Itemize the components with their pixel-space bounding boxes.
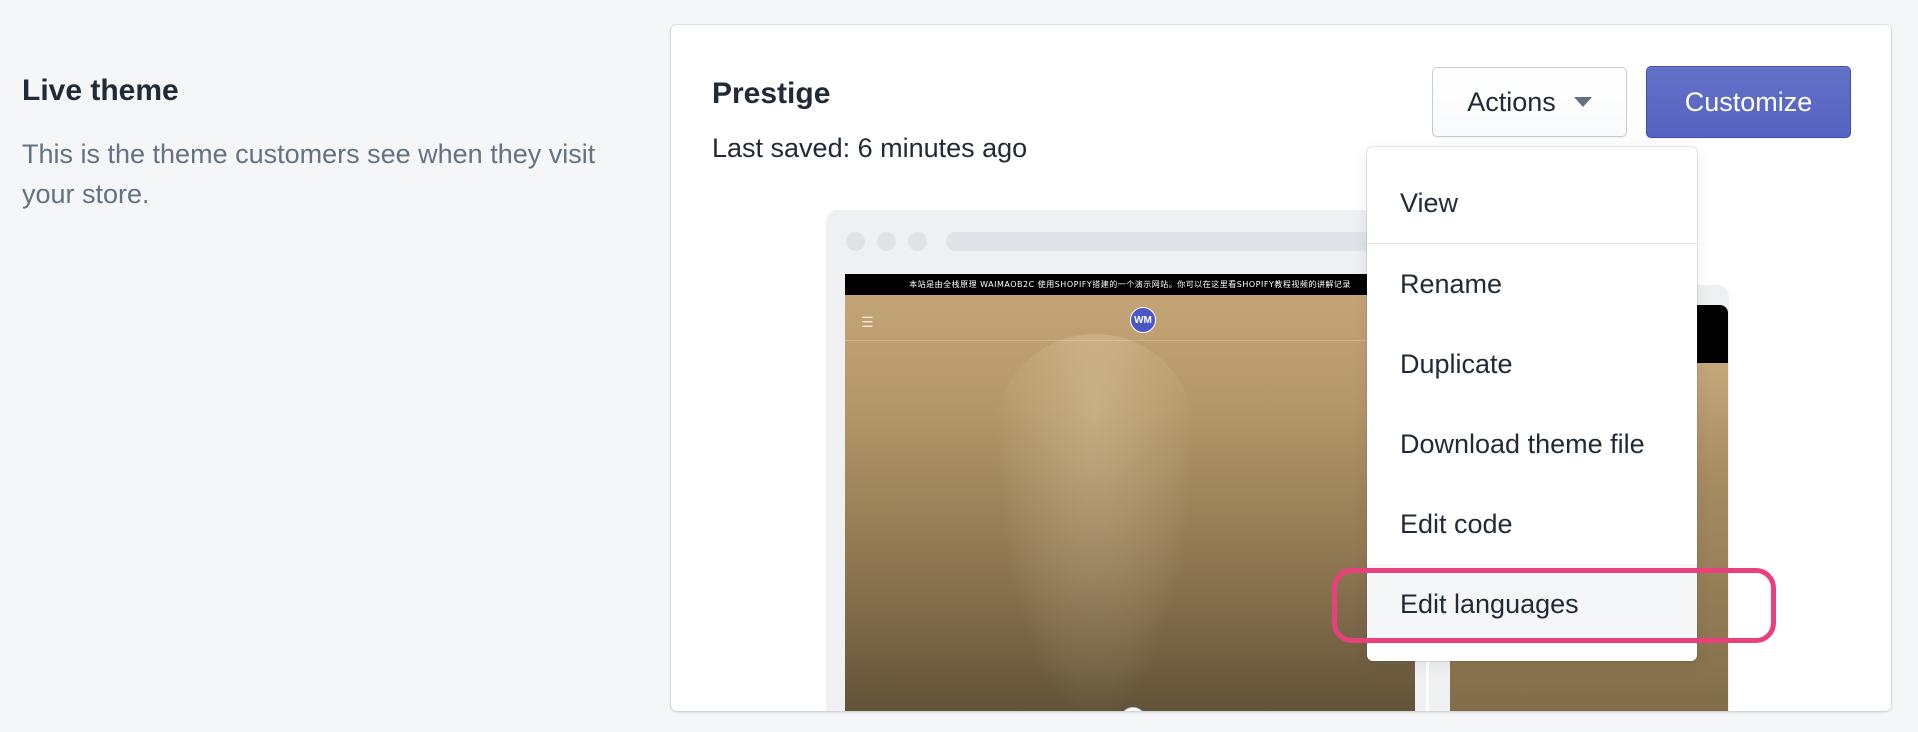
section-description: This is the theme customers see when the… (22, 139, 596, 209)
menu-item-label: Download theme file (1400, 428, 1645, 459)
actions-button[interactable]: Actions (1432, 67, 1627, 137)
window-dot-icon (846, 232, 865, 251)
menu-item-rename[interactable]: Rename (1367, 244, 1697, 324)
hero-image (995, 334, 1195, 711)
preview-announcement-bar: 本站是由全栈原理 WAIMAOB2C 使用SHOPIFY搭建的一个演示网站。你可… (845, 274, 1415, 295)
window-dot-icon (877, 232, 896, 251)
customize-button[interactable]: Customize (1646, 66, 1851, 138)
menu-item-label: Duplicate (1400, 348, 1513, 379)
actions-button-label: Actions (1467, 86, 1556, 117)
menu-item-label: Edit code (1400, 508, 1513, 539)
menu-item-view[interactable]: View (1367, 163, 1697, 243)
store-logo: WM (1130, 307, 1156, 333)
customize-button-label: Customize (1684, 86, 1813, 117)
last-saved-text: Last saved: 6 minutes ago (712, 133, 1028, 163)
menu-item-edit-code[interactable]: Edit code (1367, 484, 1697, 564)
menu-item-label: View (1400, 187, 1459, 218)
caret-down-icon (1573, 97, 1592, 107)
theme-name: Prestige (712, 77, 831, 110)
menu-item-label: Rename (1400, 268, 1503, 299)
preview-screenshot: 本站是由全栈原理 WAIMAOB2C 使用SHOPIFY搭建的一个演示网站。你可… (845, 274, 1415, 711)
section-title: Live theme (22, 74, 179, 107)
menu-item-duplicate[interactable]: Duplicate (1367, 324, 1697, 404)
menu-icon: ☰ (861, 314, 874, 330)
menu-item-download-theme-file[interactable]: Download theme file (1367, 404, 1697, 484)
browser-window-dots (846, 232, 927, 251)
address-bar (946, 232, 1416, 251)
live-theme-section-header: Live theme This is the theme customers s… (22, 70, 602, 214)
annotation-highlight (1332, 568, 1776, 643)
window-dot-icon (908, 232, 927, 251)
